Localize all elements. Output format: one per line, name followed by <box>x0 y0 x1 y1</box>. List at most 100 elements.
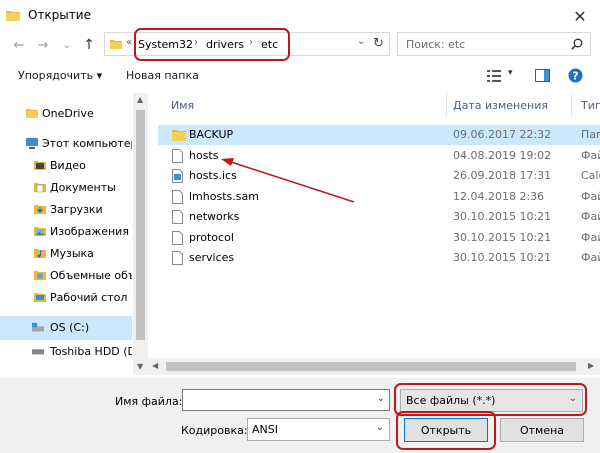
forward-button[interactable]: → <box>34 36 52 54</box>
view-options-icon[interactable] <box>487 70 501 82</box>
sidebar-item-label: Изображения <box>50 225 129 238</box>
close-button[interactable]: ✕ <box>560 0 600 32</box>
search-placeholder: Поиск: etc <box>406 38 466 51</box>
sidebar-item-os-c[interactable]: OS (C:) <box>0 316 132 340</box>
file-date: 30.10.2015 10:21 <box>453 251 552 264</box>
file-icon <box>172 231 183 245</box>
file-row[interactable]: networks 30.10.2015 10:21 Файл <box>158 207 600 227</box>
close-icon: ✕ <box>573 6 587 26</box>
sidebar-item-label: Музыка <box>50 247 94 260</box>
scroll-down-icon[interactable]: ▼ <box>137 362 143 371</box>
scroll-up-icon[interactable]: ▲ <box>137 95 143 104</box>
filename-input[interactable]: ⌄ <box>182 389 390 411</box>
file-date: 30.10.2015 10:21 <box>453 210 552 223</box>
column-divider[interactable] <box>446 93 447 117</box>
file-list-horizontal-scrollbar[interactable]: ◀ ▶ <box>148 358 600 375</box>
sidebar-scrollbar-thumb[interactable] <box>136 110 145 340</box>
sidebar-item-downloads[interactable]: Загрузки <box>0 199 132 221</box>
encoding-select[interactable]: ANSI ⌄ <box>247 418 390 441</box>
file-type: Файл <box>581 210 600 223</box>
open-highlight-annotation <box>396 411 496 450</box>
pictures-folder-icon <box>34 227 46 236</box>
drive-icon <box>32 349 44 355</box>
column-divider[interactable] <box>571 93 572 117</box>
downloads-folder-icon <box>34 205 46 214</box>
sidebar-item-label: OS (C:) <box>50 321 90 334</box>
command-toolbar: Упорядочить ▾ Новая папка ▾ ? <box>0 62 600 90</box>
sidebar-item-this-pc[interactable]: Этот компьютер <box>0 133 132 155</box>
file-name: hosts <box>189 149 219 162</box>
file-name: protocol <box>189 231 234 244</box>
file-icon <box>172 149 183 163</box>
breadcrumb-overflow[interactable]: « <box>126 37 132 48</box>
documents-folder-icon <box>34 183 46 193</box>
computer-icon <box>26 138 38 149</box>
recent-locations-button[interactable]: ⌄ <box>58 36 76 54</box>
column-header-type[interactable]: Тип <box>581 99 600 112</box>
music-folder-icon <box>34 249 46 258</box>
sidebar-item-3d-objects[interactable]: Объемные объе <box>0 265 132 287</box>
file-row[interactable]: hosts.ics 26.09.2018 17:31 Cale <box>158 166 600 186</box>
svg-text:?: ? <box>572 70 578 83</box>
file-name: hosts.ics <box>189 169 237 182</box>
scroll-left-icon[interactable]: ◀ <box>152 361 158 370</box>
up-button[interactable]: ↑ <box>80 36 98 54</box>
new-folder-button[interactable]: Новая папка <box>126 69 199 82</box>
navigation-pane: OneDrive Этот компьютер Видео Документы … <box>0 93 148 375</box>
filename-dropdown-icon[interactable]: ⌄ <box>377 393 385 404</box>
file-icon <box>172 190 183 204</box>
file-row[interactable]: BACKUP 09.06.2017 22:32 Пап <box>158 125 600 145</box>
window-title: Открытие <box>28 8 91 22</box>
sidebar-item-onedrive[interactable]: OneDrive <box>0 103 132 125</box>
folder-icon <box>6 11 20 21</box>
file-row[interactable]: services 30.10.2015 10:21 Файл <box>158 248 600 268</box>
back-button[interactable]: ← <box>10 36 28 54</box>
preview-pane-icon[interactable] <box>535 69 550 82</box>
title-bar: Открытие ✕ <box>0 0 600 32</box>
file-type: Cale <box>581 169 600 182</box>
sidebar-item-music[interactable]: Музыка <box>0 243 132 265</box>
column-header-date[interactable]: Дата изменения <box>453 99 548 112</box>
help-icon[interactable]: ? <box>568 68 583 83</box>
horizontal-scrollbar-thumb[interactable] <box>166 362 576 371</box>
refresh-icon[interactable]: ↻ <box>373 36 384 51</box>
filename-label: Имя файла: <box>115 395 183 408</box>
file-date: 26.09.2018 17:31 <box>453 169 552 182</box>
video-folder-icon <box>34 161 46 170</box>
file-type: Файл <box>581 251 600 264</box>
search-icon <box>571 38 583 50</box>
column-header-name[interactable]: Имя <box>171 99 194 112</box>
sidebar-item-documents[interactable]: Документы <box>0 177 132 199</box>
file-date: 09.06.2017 22:32 <box>453 128 552 141</box>
scroll-right-icon[interactable]: ▶ <box>588 361 594 370</box>
file-type: Пап <box>581 128 600 141</box>
file-name: services <box>189 251 235 264</box>
sidebar-item-label: Документы <box>50 181 116 194</box>
file-row[interactable]: hosts 04.08.2019 19:02 Файл <box>158 146 600 166</box>
column-headers: Имя Дата изменения Тип <box>150 93 600 117</box>
3d-objects-folder-icon <box>34 271 46 280</box>
sidebar-item-label: Этот компьютер <box>42 137 132 150</box>
address-highlight-annotation <box>134 28 290 61</box>
organize-button[interactable]: Упорядочить ▾ <box>18 69 102 82</box>
sidebar-item-label: OneDrive <box>42 107 94 120</box>
sidebar-item-video[interactable]: Видео <box>0 155 132 177</box>
file-date: 30.10.2015 10:21 <box>453 231 552 244</box>
sidebar-item-toshiba-hdd[interactable]: Toshiba HDD (D: <box>0 341 132 363</box>
encoding-value: ANSI <box>252 423 278 436</box>
address-dropdown-icon[interactable]: ⌄ <box>357 36 365 47</box>
file-type: Файл <box>581 190 600 203</box>
file-row[interactable]: lmhosts.sam 12.04.2018 2:36 Файл <box>158 187 600 207</box>
sidebar-item-label: Toshiba HDD (D: <box>50 345 132 358</box>
file-row[interactable]: protocol 30.10.2015 10:21 Файл <box>158 228 600 248</box>
file-date: 04.08.2019 19:02 <box>453 149 552 162</box>
sidebar-item-pictures[interactable]: Изображения <box>0 221 132 243</box>
calendar-file-icon <box>172 169 183 183</box>
navigation-bar: ← → ⌄ ↑ « System32 › drivers › etc ⌄ ↻ П… <box>0 32 600 58</box>
sidebar-item-desktop[interactable]: Рабочий стол <box>0 287 132 309</box>
cancel-button[interactable]: Отмена <box>500 418 584 442</box>
file-name: networks <box>189 210 240 223</box>
file-icon <box>172 251 183 265</box>
search-box[interactable]: Поиск: etc <box>397 32 591 56</box>
view-dropdown-icon[interactable]: ▾ <box>508 68 513 78</box>
